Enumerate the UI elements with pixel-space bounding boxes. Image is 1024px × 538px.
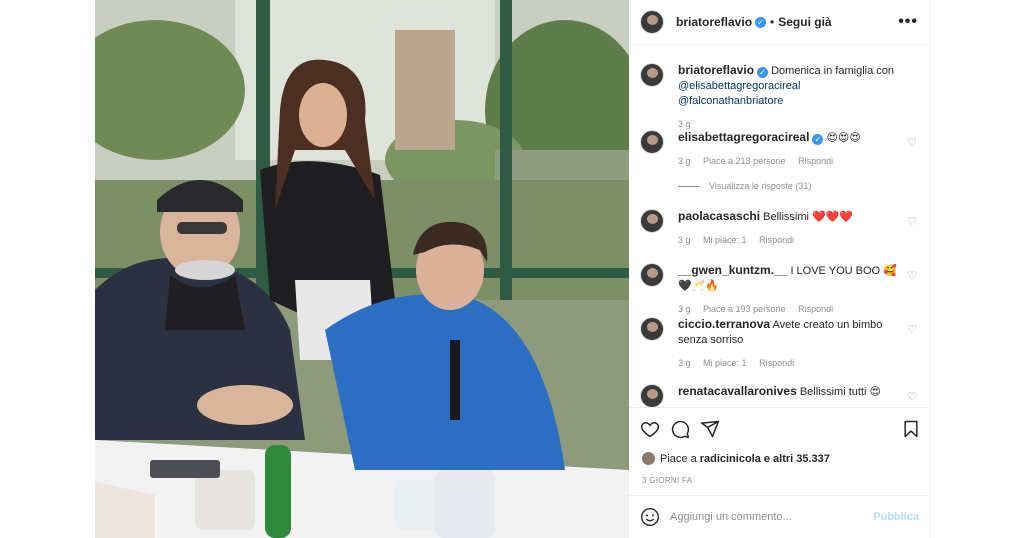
caption-mention[interactable]: @falconathanbriatore	[678, 95, 783, 107]
comment-meta: 3 g Mi piace: 1 Rispondi	[678, 356, 908, 371]
likes-summary[interactable]: Piace a radicinicola e altri 35.337	[642, 452, 830, 465]
like-comment-heart-icon[interactable]: ♡	[907, 269, 917, 284]
reply-button[interactable]: Rispondi	[759, 235, 794, 245]
comment-time: 3 g	[678, 304, 691, 314]
separator-dot: •	[770, 15, 775, 29]
commenter-avatar[interactable]	[640, 384, 664, 407]
instagram-post-modal: briatoreflavio ✓ • Segui già ••• briator…	[0, 0, 1024, 538]
verified-icon: ✓	[755, 16, 767, 28]
post-actions: Piace a radicinicola e altri 35.337 3 GI…	[629, 407, 930, 495]
share-icon[interactable]	[700, 419, 720, 439]
caption-avatar[interactable]	[640, 63, 664, 87]
commenter-avatar[interactable]	[640, 263, 664, 287]
comment-input[interactable]	[670, 511, 860, 523]
comment-text: Bellissimi ❤️❤️❤️	[763, 211, 854, 223]
comment-icon[interactable]	[670, 419, 690, 439]
comment-text: 😍😍😍	[826, 132, 861, 144]
author-avatar[interactable]	[640, 10, 664, 34]
verified-icon: ✓	[812, 134, 824, 145]
comment-likes[interactable]: Piace a 193 persone	[703, 304, 786, 314]
like-comment-heart-icon[interactable]: ♡	[907, 215, 917, 230]
caption-mention[interactable]: @elisabettagregoracireal	[678, 80, 800, 92]
like-comment-heart-icon[interactable]: ♡	[907, 390, 917, 405]
bookmark-icon[interactable]	[901, 419, 921, 439]
comment-meta: 3 g Mi piace: 1 Rispondi	[678, 233, 908, 248]
like-comment-heart-icon[interactable]: ♡	[907, 136, 917, 151]
post-photo[interactable]	[95, 0, 629, 538]
reply-button[interactable]: Rispondi	[798, 156, 833, 166]
commenter-avatar[interactable]	[640, 130, 664, 154]
family-photo-illustration	[95, 0, 629, 538]
more-icon[interactable]: •••	[898, 13, 918, 31]
likes-prefix: Piace a	[660, 452, 697, 465]
likes-others[interactable]: e altri 35.337	[764, 453, 830, 465]
likes-user[interactable]: radicinicola	[700, 453, 761, 465]
post-side-panel: briatoreflavio ✓ • Segui già ••• briator…	[629, 0, 930, 538]
comment-text: Bellissimi tutti 😍	[799, 386, 881, 398]
comment-time: 3 g	[678, 358, 691, 368]
comments-list[interactable]: briatoreflavio ✓ Domenica in famiglia con…	[629, 46, 930, 407]
add-comment-bar: Pubblica	[629, 495, 930, 538]
post-age: 3 GIORNI FA	[642, 476, 693, 485]
commenter-username[interactable]: elisabettagregoracireal	[678, 130, 809, 144]
comment-time: 3 g	[678, 156, 691, 166]
reply-button[interactable]: Rispondi	[759, 358, 794, 368]
caption-text: Domenica in famiglia con	[771, 65, 894, 77]
comment-meta: 3 g Piace a 213 persone Rispondi	[678, 154, 908, 169]
commenter-avatar[interactable]	[640, 209, 664, 233]
like-comment-heart-icon[interactable]: ♡	[907, 323, 917, 338]
smile-icon[interactable]	[640, 507, 660, 527]
liker-avatar	[642, 452, 655, 465]
verified-icon: ✓	[757, 67, 769, 78]
caption-time: 3 g	[678, 119, 691, 129]
comment-likes[interactable]: Mi piace: 1	[703, 235, 747, 245]
view-replies-button[interactable]: Visualizza le risposte (31)	[678, 181, 811, 191]
comment-likes[interactable]: Piace a 213 persone	[703, 156, 786, 166]
comment-likes[interactable]: Mi piace: 1	[703, 358, 747, 368]
post-header: briatoreflavio ✓ • Segui già •••	[629, 0, 930, 45]
commenter-username[interactable]: paolacasaschi	[678, 209, 760, 223]
author-username[interactable]: briatoreflavio	[676, 15, 752, 29]
follow-button[interactable]: Segui già	[778, 15, 831, 29]
commenter-username[interactable]: __gwen_kuntzm.__	[678, 263, 787, 277]
commenter-username[interactable]: renatacavallaronives	[678, 384, 797, 398]
commenter-username[interactable]: ciccio.terranova	[678, 317, 770, 331]
commenter-avatar[interactable]	[640, 317, 664, 341]
reply-button[interactable]: Rispondi	[798, 304, 833, 314]
publish-button[interactable]: Pubblica	[873, 511, 919, 523]
heart-icon[interactable]	[640, 419, 660, 439]
comment-meta: 3 g Piace a 193 persone Rispondi	[678, 302, 908, 317]
caption-username[interactable]: briatoreflavio	[678, 63, 754, 77]
comment-time: 3 g	[678, 235, 691, 245]
